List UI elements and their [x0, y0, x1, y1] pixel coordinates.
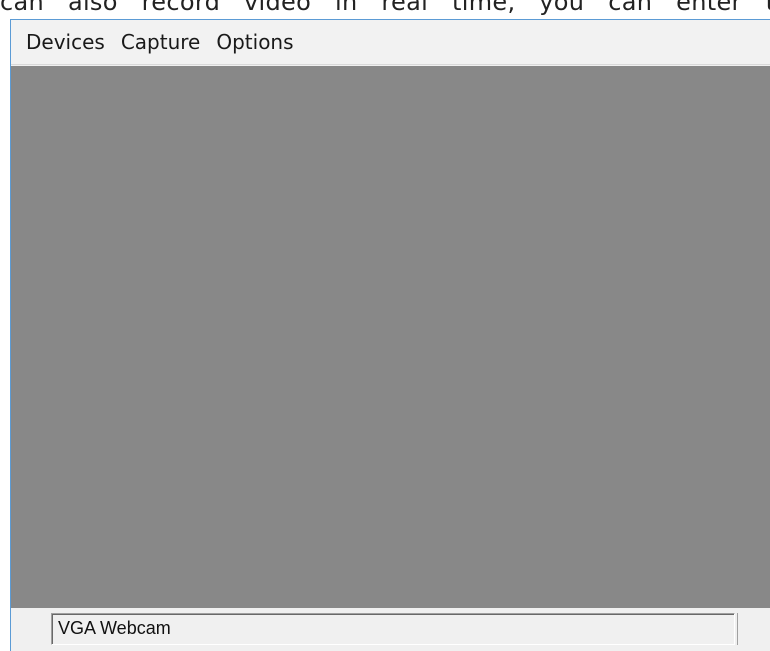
capture-app-window: Devices Capture Options VGA Webcam: [10, 19, 770, 651]
screenshot-page: can also record video in real time, you …: [0, 0, 770, 651]
menu-bar: Devices Capture Options: [11, 20, 770, 65]
menu-devices[interactable]: Devices: [19, 26, 112, 58]
menu-options[interactable]: Options: [209, 26, 300, 58]
device-status-field: VGA Webcam: [51, 613, 735, 645]
status-bar: VGA Webcam: [11, 608, 770, 651]
background-document-text: can also record video in real time, you …: [0, 0, 770, 16]
status-divider: [737, 613, 738, 645]
menu-capture[interactable]: Capture: [114, 26, 208, 58]
video-preview-area: [11, 66, 770, 608]
